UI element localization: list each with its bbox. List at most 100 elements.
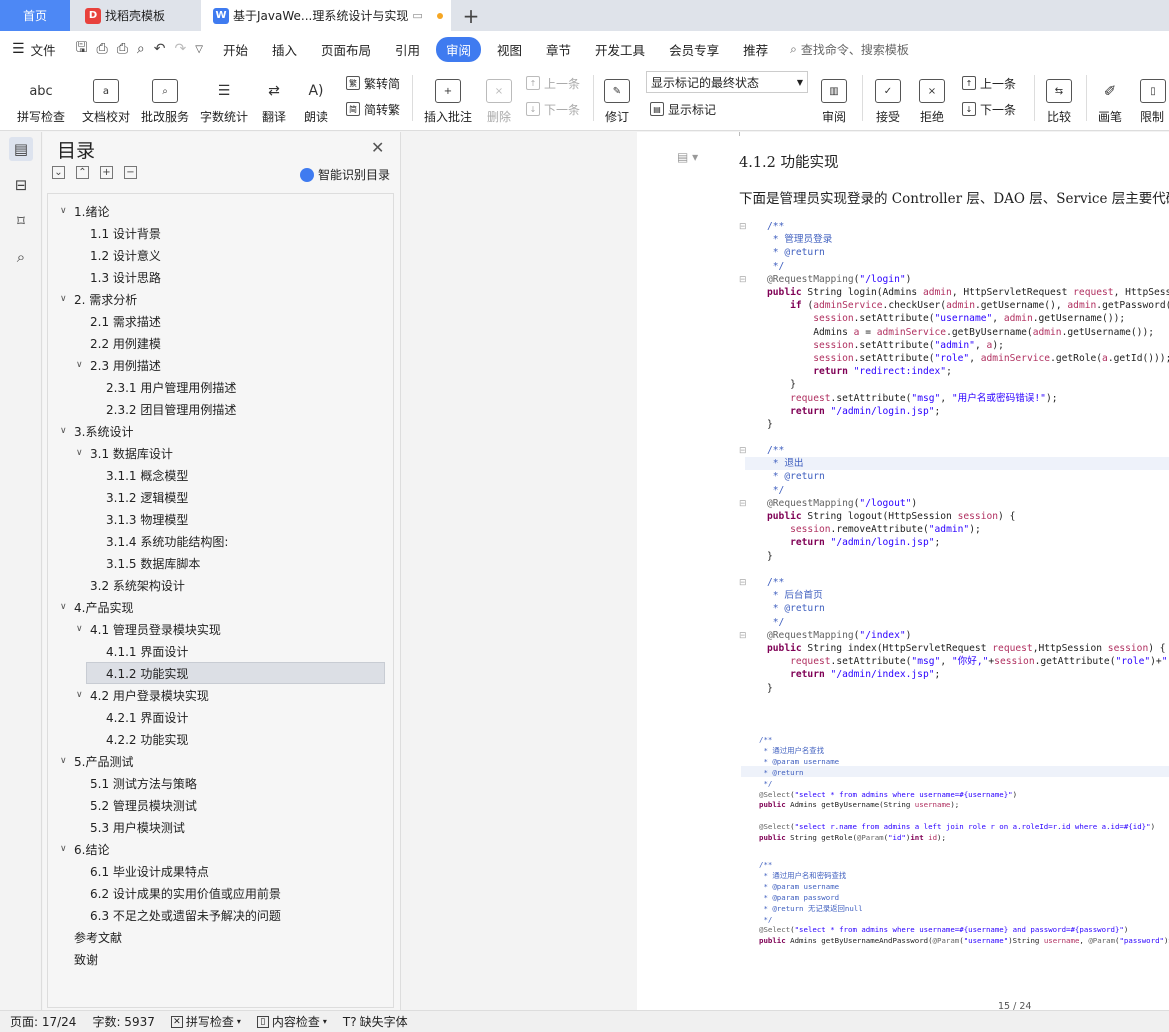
toc-item[interactable]: 3.1.2 逻辑模型 xyxy=(106,486,188,508)
tab-document[interactable]: W 基于JavaWe...理系统设计与实现 ▭ xyxy=(201,0,451,31)
toc-item[interactable]: 3.1.5 数据库脚本 xyxy=(106,552,200,574)
menu-member[interactable]: 会员专享 xyxy=(657,40,731,59)
doccheck-button[interactable]: a 文档校对 xyxy=(80,67,132,125)
toc-item[interactable]: ∨ 4.1 管理员登录模块实现 xyxy=(76,618,221,640)
close-icon[interactable]: ✕ xyxy=(371,138,384,157)
toc-item[interactable]: 5.2 管理员模块测试 xyxy=(90,794,197,816)
spellcheck-button[interactable]: abc 拼写检查 xyxy=(10,67,72,125)
toc-item[interactable]: ∨ 1.绪论 xyxy=(60,200,109,222)
pen-button[interactable]: ✐ 画笔 xyxy=(1094,67,1126,125)
tab-template[interactable]: D 找稻壳模板 xyxy=(71,0,200,31)
toc-item[interactable]: ∨ 2. 需求分析 xyxy=(60,288,137,310)
chevron-down-icon[interactable]: ∨ xyxy=(76,360,90,370)
bookmark-icon[interactable]: ⌑ xyxy=(9,209,33,233)
spellcheck-status[interactable]: ✕ 拼写检查 ▾ xyxy=(170,1013,241,1030)
toc-item[interactable]: 1.1 设计背景 xyxy=(90,222,161,244)
expand-all-icon[interactable]: ⌃ xyxy=(76,166,89,179)
toc-item[interactable]: 2.3.1 用户管理用例描述 xyxy=(106,376,236,398)
track-changes-button[interactable]: ✎ 修订 xyxy=(600,67,634,125)
read-aloud-button[interactable]: A) 朗读 xyxy=(300,67,332,125)
markup-state-select[interactable]: 显示标记的最终状态 ▼ xyxy=(646,71,808,93)
new-tab-button[interactable]: + xyxy=(458,0,484,31)
toc-item[interactable]: ∨ 5.产品测试 xyxy=(60,750,133,772)
export-pdf-icon[interactable]: ⎙ xyxy=(97,41,108,57)
prev-change-button[interactable]: ↑ 上一条 xyxy=(962,73,1016,93)
menu-chapter[interactable]: 章节 xyxy=(534,40,583,59)
prev-comment-button[interactable]: ↑ 上一条 xyxy=(526,73,580,93)
page-indicator[interactable]: 页面: 17/24 xyxy=(10,1013,76,1030)
toc-item[interactable]: 4.2.2 功能实现 xyxy=(106,728,188,750)
translate-button[interactable]: ⇄ 翻译 xyxy=(256,67,292,125)
toc-item[interactable]: ∨ 6.结论 xyxy=(60,838,109,860)
toc-item[interactable]: 3.1.1 概念模型 xyxy=(106,464,188,486)
accept-button[interactable]: ✓ 接受 xyxy=(870,67,906,125)
reject-button[interactable]: × 拒绝 xyxy=(914,67,950,125)
chevron-down-icon[interactable]: ∨ xyxy=(60,294,74,304)
print-icon[interactable]: ⎙ xyxy=(117,41,128,57)
toc-item[interactable]: ∨ 2.3 用例描述 xyxy=(76,354,161,376)
toc-item[interactable]: 5.3 用户模块测试 xyxy=(90,816,185,838)
toc-item[interactable]: 4.2.1 界面设计 xyxy=(106,706,188,728)
next-change-button[interactable]: ↓ 下一条 xyxy=(962,99,1016,119)
batch-correct-button[interactable]: ⌕ 批改服务 xyxy=(140,67,190,125)
chevron-down-icon[interactable]: ∨ xyxy=(76,690,90,700)
menu-page-layout[interactable]: 页面布局 xyxy=(309,40,383,59)
chevron-down-icon[interactable]: ∨ xyxy=(60,756,74,766)
restrict-editing-button[interactable]: ▯ 限制 xyxy=(1140,67,1169,125)
toc-item[interactable]: 参考文献 xyxy=(74,926,122,948)
chevron-down-icon[interactable]: ∨ xyxy=(60,426,74,436)
undo-icon[interactable]: ↶ xyxy=(154,41,166,57)
tab-home[interactable]: 首页 xyxy=(0,0,70,31)
menu-developer[interactable]: 开发工具 xyxy=(583,40,657,59)
menu-recommend[interactable]: 推荐 xyxy=(731,40,780,59)
chevron-down-icon[interactable]: ∨ xyxy=(76,624,90,634)
toc-item[interactable]: 6.3 不足之处或遗留未予解决的问题 xyxy=(90,904,281,926)
simp-to-trad-button[interactable]: 简 简转繁 xyxy=(346,99,400,119)
toc-item[interactable]: 3.1.3 物理模型 xyxy=(106,508,188,530)
toc-item[interactable]: ∨ 3.系统设计 xyxy=(60,420,133,442)
smart-toc-button[interactable]: 智能识别目录 xyxy=(299,166,390,183)
toc-item[interactable]: 4.1.1 界面设计 xyxy=(106,640,188,662)
chapter-nav-icon[interactable]: ⊟ xyxy=(9,173,33,197)
toc-item[interactable]: ∨ 4.产品实现 xyxy=(60,596,133,618)
review-pane-button[interactable]: ▥ 审阅 xyxy=(816,67,852,125)
page-layout-icon[interactable]: ▤ ▾ xyxy=(677,150,698,164)
command-search[interactable]: ⌕ 查找命令、搜索模板 xyxy=(790,41,909,58)
search-icon[interactable]: ⌕ xyxy=(9,245,33,269)
toc-nav-icon[interactable]: ▤ xyxy=(9,137,33,161)
toc-item[interactable]: 1.3 设计思路 xyxy=(90,266,161,288)
toc-item[interactable]: 2.3.2 团目管理用例描述 xyxy=(106,398,236,420)
delete-comment-button[interactable]: × 删除 xyxy=(480,67,518,125)
menu-view[interactable]: 视图 xyxy=(485,40,534,59)
customize-chevron-icon[interactable]: ▽ xyxy=(195,44,203,55)
toc-item[interactable]: ∨ 3.1 数据库设计 xyxy=(76,442,173,464)
menu-home[interactable]: 开始 xyxy=(211,40,260,59)
toc-item[interactable]: 6.2 设计成果的实用价值或应用前景 xyxy=(90,882,281,904)
toc-item[interactable]: ∨ 4.2 用户登录模块实现 xyxy=(76,684,209,706)
chevron-down-icon[interactable]: ∨ xyxy=(60,844,74,854)
toc-item[interactable]: 3.1.4 系统功能结构图: xyxy=(106,530,228,552)
word-count[interactable]: 字数: 5937 xyxy=(92,1013,154,1030)
add-heading-icon[interactable]: + xyxy=(100,166,113,179)
toc-item[interactable]: 3.2 系统架构设计 xyxy=(90,574,185,596)
menu-insert[interactable]: 插入 xyxy=(260,40,309,59)
chevron-down-icon[interactable]: ∨ xyxy=(76,448,90,458)
content-check-status[interactable]: ▯ 内容检查 ▾ xyxy=(256,1013,327,1030)
collapse-all-icon[interactable]: ⌄ xyxy=(52,166,65,179)
wordcount-button[interactable]: ☰ 字数统计 xyxy=(198,67,250,125)
toc-item[interactable]: 6.1 毕业设计成果特点 xyxy=(90,860,209,882)
insert-comment-button[interactable]: + 插入批注 xyxy=(420,67,476,125)
toc-item[interactable]: 5.1 测试方法与策略 xyxy=(90,772,197,794)
missing-font-status[interactable]: T? 缺失字体 xyxy=(343,1013,408,1030)
trad-to-simp-button[interactable]: 繁 繁转简 xyxy=(346,73,400,93)
next-comment-button[interactable]: ↓ 下一条 xyxy=(526,99,580,119)
toc-item[interactable]: 致谢 xyxy=(74,948,98,970)
toc-item[interactable]: 2.1 需求描述 xyxy=(90,310,161,332)
remove-heading-icon[interactable]: − xyxy=(124,166,137,179)
document-page[interactable]: ▤ ▾ 4.1.2 功能实现 下面是管理员实现登录的 Controller 层、… xyxy=(637,132,1169,1012)
save-icon[interactable]: 🖫 xyxy=(76,37,88,61)
toc-item-selected[interactable]: 4.1.2 功能实现 xyxy=(86,662,385,684)
chevron-down-icon[interactable]: ∨ xyxy=(60,602,74,612)
chevron-down-icon[interactable]: ∨ xyxy=(60,206,74,216)
file-menu[interactable]: ☰ 文件 xyxy=(0,40,68,59)
